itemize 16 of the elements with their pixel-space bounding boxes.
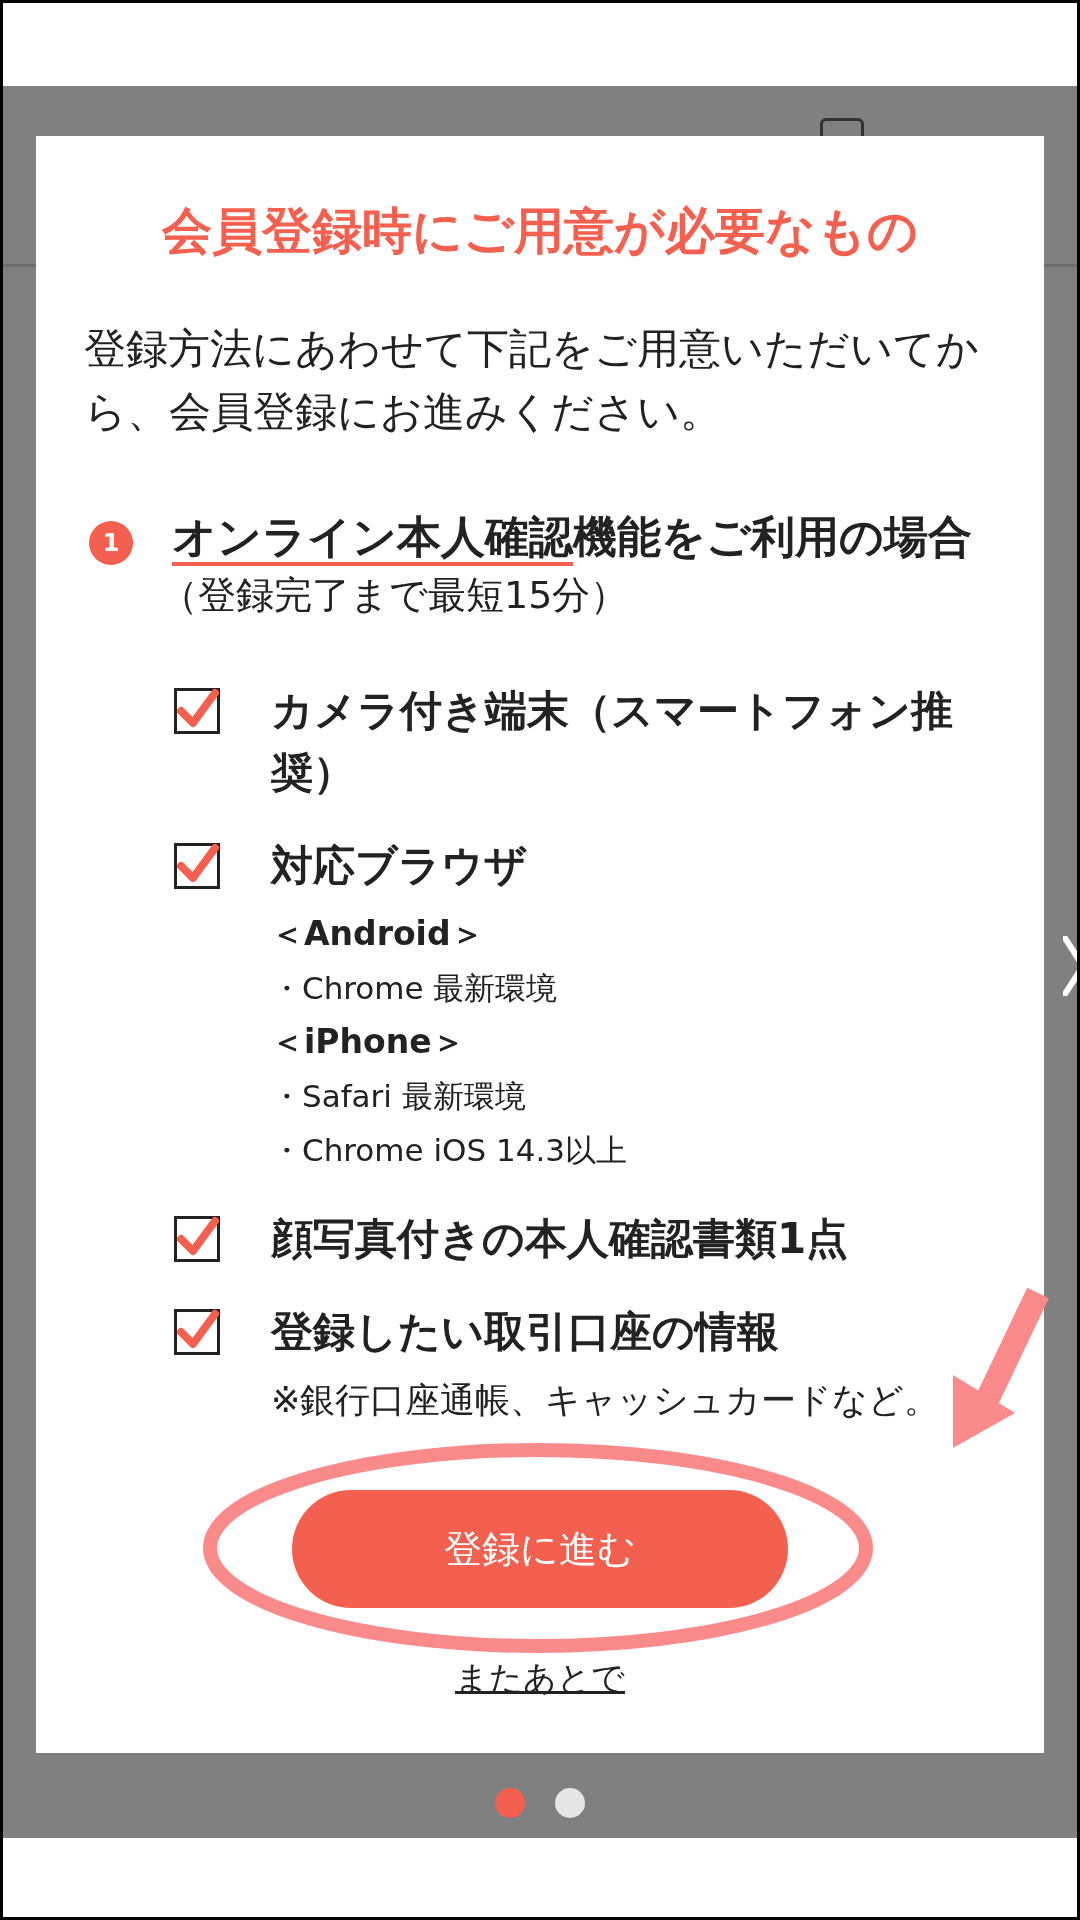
note-text: ※銀行口座通帳、キャッシュカードなど。 xyxy=(271,1379,940,1422)
later-link[interactable]: またあとで xyxy=(455,1658,625,1698)
platform-heading: ＜iPhone＞ xyxy=(271,1021,466,1063)
item-label: 顔写真付きの本人確認書類1点 xyxy=(271,1213,849,1265)
modal-title: 会員登録時にご用意が必要なもの xyxy=(161,201,919,262)
item-label: 登録したい取引口座の情報 xyxy=(271,1306,780,1358)
intro-text: 登録方法にあわせて下記をご用意いただいてから、会員登録にお進みください。 xyxy=(83,323,980,438)
section-subtitle: （登録完了まで最短15分） xyxy=(160,572,630,619)
item-label: カメラ付き端末（スマートフォン推奨） xyxy=(271,685,954,799)
browser-item: ・Safari 最新環境 xyxy=(271,1077,527,1116)
section-heading: オンライン本人確認機能をご利用の場合 xyxy=(172,507,972,567)
platform-heading: ＜Android＞ xyxy=(271,913,485,955)
browser-item: ・Chrome iOS 14.3以上 xyxy=(271,1131,627,1170)
item-label: 対応ブラウザ xyxy=(271,840,528,892)
number-badge: 1 xyxy=(89,521,133,565)
browser-item: ・Chrome 最新環境 xyxy=(271,969,559,1008)
